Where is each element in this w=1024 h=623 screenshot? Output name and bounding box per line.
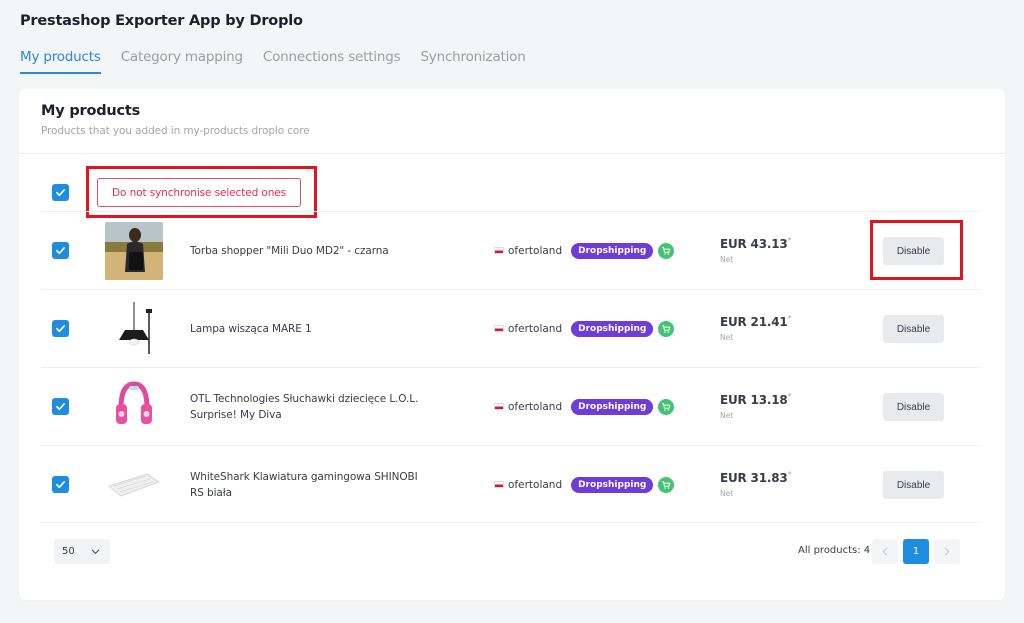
per-page-select[interactable]: 50 [54,539,110,564]
products-card: My products Products that you added in m… [19,89,1005,600]
dropshipping-badge: Dropshipping [571,398,654,415]
product-thumbnail[interactable] [105,378,163,436]
product-row: WhiteShark Klawiatura gamingowa SHINOBI … [41,445,981,523]
poland-flag-icon [494,325,504,332]
price-mark: * [787,392,792,401]
tab-connections-settings[interactable]: Connections settings [263,49,401,74]
price-value: EUR 21.41 [720,315,788,329]
vendor-info: ofertoland Dropshipping [494,476,675,493]
disable-button[interactable]: Disable [883,237,944,265]
tab-my-products[interactable]: My products [20,49,101,74]
chevron-left-icon [882,547,888,556]
vendor-info: ofertoland Dropshipping [494,320,675,337]
page-button-current[interactable]: 1 [903,539,929,564]
do-not-sync-button[interactable]: Do not synchronise selected ones [97,178,301,207]
disable-button[interactable]: Disable [883,315,944,343]
product-name: Torba shopper "Mili Duo MD2" - czarna [190,245,389,257]
row-checkbox[interactable] [52,242,69,259]
dropshipping-badge: Dropshipping [571,320,654,337]
divider [41,522,981,523]
all-products-count: All products: 4 [798,545,871,556]
product-price: EUR 13.18* [720,392,792,407]
shopping-cart-icon [658,242,675,259]
product-thumbnail[interactable] [105,456,163,514]
row-checkbox[interactable] [52,320,69,337]
product-row: OTL Technologies Słuchawki dziecięce L.O… [41,367,981,445]
price-mark: * [787,236,792,245]
prev-page-button[interactable] [872,539,898,564]
net-label: Net [720,333,734,342]
product-name: Lampa wisząca MARE 1 [190,323,312,335]
shopping-cart-icon [658,476,675,493]
product-price: EUR 43.13* [720,236,792,251]
vendor-info: ofertoland Dropshipping [494,242,675,259]
row-checkbox[interactable] [52,398,69,415]
product-price: EUR 31.83* [720,470,792,485]
dropshipping-badge: Dropshipping [571,476,654,493]
vendor-name: ofertoland [508,400,563,413]
tab-category-mapping[interactable]: Category mapping [121,49,243,74]
net-label: Net [720,489,734,498]
shopping-cart-icon [658,398,675,415]
product-thumbnail[interactable] [105,222,163,280]
tab-synchronization[interactable]: Synchronization [420,49,525,74]
divider [19,153,1005,154]
price-value: EUR 43.13 [720,237,788,251]
vendor-name: ofertoland [508,322,563,335]
price-mark: * [787,470,792,479]
next-page-button[interactable] [934,539,960,564]
vendor-info: ofertoland Dropshipping [494,398,675,415]
product-row: Torba shopper "Mili Duo MD2" - czarna of… [41,211,981,289]
poland-flag-icon [494,247,504,254]
poland-flag-icon [494,403,504,410]
row-checkbox[interactable] [52,476,69,493]
poland-flag-icon [494,481,504,488]
card-title: My products [41,103,141,119]
tab-bar: My products Category mapping Connections… [20,49,546,75]
per-page-value: 50 [62,546,75,557]
product-thumbnail[interactable] [105,300,163,358]
disable-button[interactable]: Disable [883,471,944,499]
shopping-cart-icon [658,320,675,337]
check-icon [56,481,65,489]
product-name: OTL Technologies Słuchawki dziecięce L.O… [190,393,419,421]
vendor-name: ofertoland [508,478,563,491]
card-subtitle: Products that you added in my-products d… [41,125,310,137]
product-price: EUR 21.41* [720,314,792,329]
price-value: EUR 31.83 [720,471,788,485]
check-icon [56,189,65,197]
price-value: EUR 13.18 [720,393,788,407]
disable-button[interactable]: Disable [883,393,944,421]
chevron-right-icon [944,547,950,556]
product-name: WhiteShark Klawiatura gamingowa SHINOBI … [190,471,418,499]
dropshipping-badge: Dropshipping [571,242,654,259]
select-all-checkbox[interactable] [52,184,69,201]
check-icon [56,247,65,255]
product-row: Lampa wisząca MARE 1 ofertoland Dropship… [41,289,981,367]
check-icon [56,403,65,411]
app-title: Prestashop Exporter App by Droplo [20,13,303,29]
price-mark: * [787,314,792,323]
chevron-down-icon [91,549,100,555]
check-icon [56,325,65,333]
vendor-name: ofertoland [508,244,563,257]
net-label: Net [720,255,734,264]
net-label: Net [720,411,734,420]
